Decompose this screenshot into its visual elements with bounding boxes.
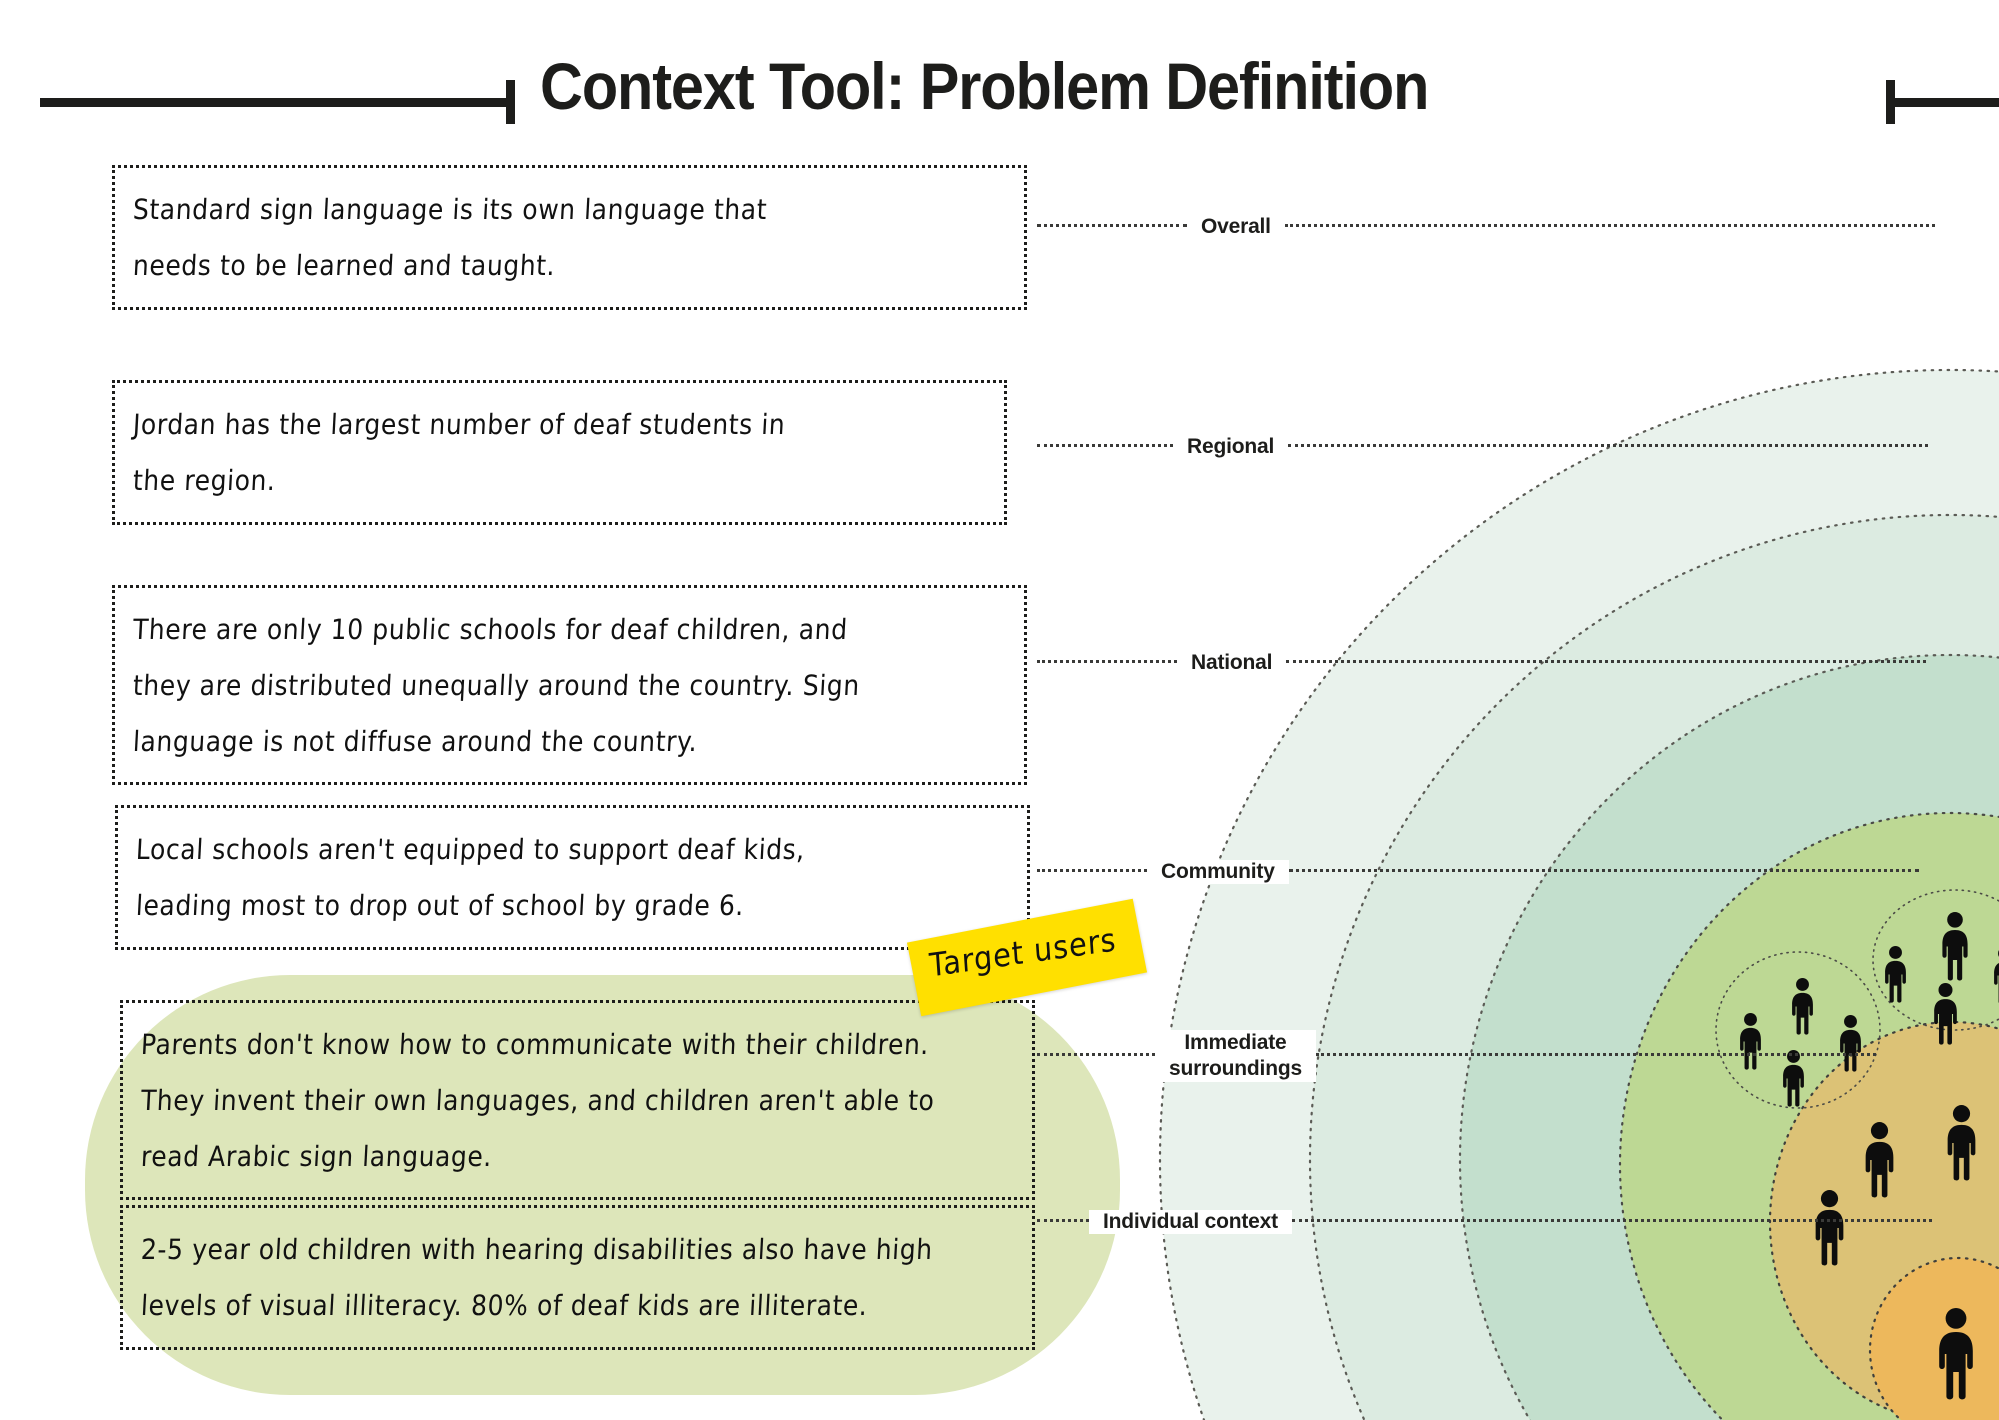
- diagram-rings: [1159, 369, 1999, 1420]
- leader-community: Community: [1037, 857, 1919, 887]
- leader-label-overall: Overall: [1187, 215, 1285, 239]
- title-rule-right: [1895, 98, 1999, 107]
- leader-dots-right: [1286, 660, 1927, 666]
- note-line: the region.: [132, 464, 277, 497]
- leader-dots-right: [1291, 1219, 1932, 1225]
- leader-dots-right: [1315, 1053, 1876, 1059]
- page-title: Context Tool: Problem Definition: [540, 49, 1429, 123]
- leader-label-individual-context: Individual context: [1089, 1210, 1292, 1234]
- title-rule-right-cap: [1886, 80, 1895, 124]
- leader-label-regional: Regional: [1173, 435, 1289, 459]
- leader-individual-context: Individual context: [1037, 1207, 1932, 1237]
- leader-regional: Regional: [1037, 432, 1929, 462]
- note-line: needs to be learned and taught.: [132, 249, 557, 282]
- leader-label-national: National: [1177, 651, 1287, 675]
- leader-label-community: Community: [1147, 860, 1289, 884]
- note-card-national[interactable]: There are only 10 public schools for dea…: [112, 585, 1027, 785]
- leader-dots-left: [1037, 869, 1147, 875]
- note-line: leading most to drop out of school by gr…: [135, 889, 745, 922]
- leader-dots-right: [1284, 224, 1935, 230]
- leader-dots-right: [1288, 869, 1919, 875]
- note-line: Standard sign language is its own langua…: [132, 193, 769, 226]
- note-line: read Arabic sign language.: [140, 1140, 493, 1173]
- leader-overall: Overall: [1037, 212, 1935, 242]
- leader-dots-left: [1037, 1053, 1155, 1059]
- note-line: levels of visual illiteracy. 80% of deaf…: [140, 1289, 869, 1322]
- page-header: Context Tool: Problem Definition: [0, 0, 1999, 128]
- note-line: Jordan has the largest number of deaf st…: [132, 408, 787, 441]
- note-card-individual-context[interactable]: 2-5 year old children with hearing disab…: [120, 1205, 1035, 1350]
- title-rule-left-cap: [506, 80, 515, 124]
- leader-dots-left: [1037, 1219, 1089, 1225]
- leader-dots-right: [1288, 444, 1929, 450]
- note-card-community[interactable]: Local schools aren't equipped to support…: [115, 805, 1030, 950]
- note-line: Local schools aren't equipped to support…: [135, 833, 806, 866]
- note-line: language is not diffuse around the count…: [132, 725, 699, 758]
- leader-dots-left: [1037, 224, 1187, 230]
- note-line: They invent their own languages, and chi…: [140, 1084, 936, 1117]
- leader-immediate-surroundings: Immediate surroundings: [1037, 1027, 1876, 1085]
- note-card-regional[interactable]: Jordan has the largest number of deaf st…: [112, 380, 1007, 525]
- note-line: There are only 10 public schools for dea…: [132, 613, 849, 646]
- leader-dots-left: [1037, 444, 1173, 450]
- title-rule-left: [40, 98, 510, 107]
- note-line: 2-5 year old children with hearing disab…: [140, 1233, 934, 1266]
- leader-label-immediate-surroundings: Immediate surroundings: [1155, 1030, 1316, 1082]
- note-line: they are distributed unequally around th…: [132, 669, 861, 702]
- note-card-overall[interactable]: Standard sign language is its own langua…: [112, 165, 1027, 310]
- note-line: Parents don't know how to communicate wi…: [140, 1028, 930, 1061]
- leader-label-line: Immediate: [1184, 1031, 1287, 1054]
- leader-dots-left: [1037, 660, 1177, 666]
- note-card-immediate-surroundings[interactable]: Parents don't know how to communicate wi…: [120, 1000, 1035, 1200]
- leader-label-line: surroundings: [1169, 1057, 1302, 1080]
- leader-national: National: [1037, 648, 1927, 678]
